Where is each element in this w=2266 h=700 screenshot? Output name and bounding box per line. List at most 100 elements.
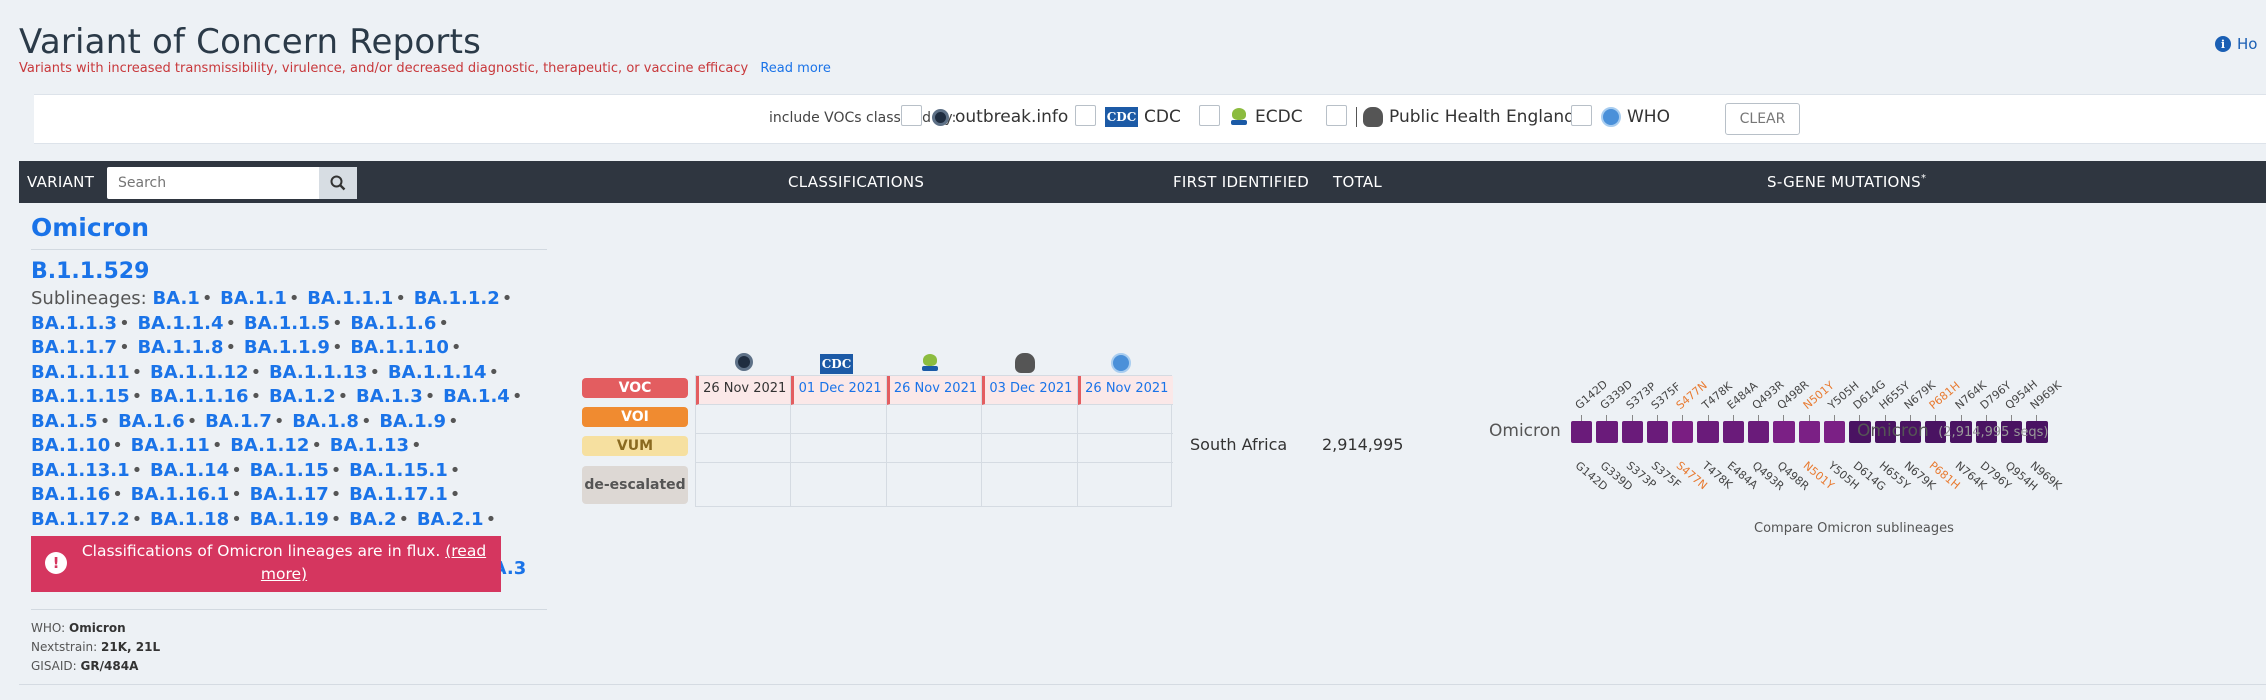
sublineage-link[interactable]: BA.1.1.14: [388, 362, 487, 383]
sublineage-link[interactable]: BA.1.1: [220, 288, 287, 309]
search-button[interactable]: [319, 167, 357, 199]
clear-button[interactable]: CLEAR: [1725, 103, 1800, 135]
classifier-cdc: CDC: [820, 353, 853, 374]
mutation-box[interactable]: [1571, 421, 1593, 443]
sublineage-link[interactable]: BA.1.6: [118, 411, 185, 432]
sublineage-link[interactable]: BA.1.16.1: [131, 484, 230, 505]
sublineage-link[interactable]: BA.1.1.1: [307, 288, 393, 309]
cdc-logo-icon: CDC: [820, 354, 853, 374]
sublineage-link[interactable]: BA.1.3: [356, 386, 423, 407]
sublineage-link[interactable]: BA.1.1.11: [31, 362, 130, 383]
mutation-box[interactable]: [1672, 421, 1694, 443]
page-subtitle: Variants with increased transmissibility…: [19, 61, 831, 76]
table-header: VARIANT CLASSIFICATIONS FIRST IDENTIFIED…: [19, 161, 2266, 203]
separator-dot: •: [250, 361, 262, 383]
sublineage-link[interactable]: BA.1.1.3: [31, 313, 117, 334]
alias-label: WHO:: [31, 621, 66, 635]
subtitle-text: Variants with increased transmissibility…: [19, 61, 749, 76]
sublineage-link[interactable]: BA.1.1.10: [350, 337, 449, 358]
source-label: CDC: [1144, 107, 1181, 127]
separator-dot: •: [131, 361, 143, 383]
mutation-box[interactable]: [1748, 421, 1770, 443]
sublineage-link[interactable]: BA.1.1.9: [244, 337, 330, 358]
filter-bar: include VOCs classified by: outbreak.inf…: [34, 94, 2266, 144]
header-classifications[interactable]: CLASSIFICATIONS: [788, 173, 924, 191]
sublineage-link[interactable]: BA.1.17.1: [349, 484, 448, 505]
sublineage-link[interactable]: BA.1.10: [31, 435, 110, 456]
sublineage-link[interactable]: BA.1.4: [443, 386, 510, 407]
sublineage-link[interactable]: BA.1: [152, 288, 199, 309]
sublineage-link[interactable]: BA.1.1.8: [137, 337, 223, 358]
sublineage-link[interactable]: BA.1.5: [31, 411, 98, 432]
variant-name-link[interactable]: Omicron: [31, 213, 149, 242]
sublineage-link[interactable]: BA.1.1.12: [150, 362, 249, 383]
sublineage-link[interactable]: BA.1.1.15: [31, 386, 130, 407]
empty-cell: [982, 463, 1078, 506]
source-outbreak-info: outbreak.info: [932, 107, 1068, 127]
source-label: WHO: [1627, 107, 1670, 127]
mutation-box[interactable]: [1646, 421, 1669, 443]
compare-sublineages-link[interactable]: Compare Omicron sublineages: [1754, 521, 1954, 536]
sublineage-link[interactable]: BA.1.1.16: [150, 386, 249, 407]
sublineage-link[interactable]: BA.1.8: [292, 411, 359, 432]
ecdc-logo-icon: [1229, 107, 1249, 127]
mutation-box[interactable]: [1697, 421, 1719, 443]
checkbox-who[interactable]: [1571, 105, 1592, 126]
checkbox-cdc[interactable]: [1075, 105, 1096, 126]
table-row: Omicron B.1.1.529 Sublineages: BA.1 • BA.…: [19, 203, 2266, 685]
who-logo-icon: [1601, 107, 1621, 127]
sublineage-link[interactable]: BA.1.15: [250, 460, 329, 481]
sublineage-link[interactable]: BA.1.18: [150, 509, 229, 530]
separator-dot: •: [331, 337, 343, 358]
sublineage-link[interactable]: BA.1.11: [131, 435, 210, 456]
separator-dot: •: [438, 312, 450, 334]
mutation-box[interactable]: [1773, 421, 1795, 443]
first-identified-value: South Africa: [1190, 435, 1288, 454]
sublineage-link[interactable]: BA.1.2: [269, 386, 336, 407]
header-total[interactable]: TOTAL: [1333, 173, 1382, 191]
separator-dot: •: [330, 508, 342, 530]
sublineage-link[interactable]: BA.1.17: [250, 484, 329, 505]
sublineage-link[interactable]: BA.1.1.5: [244, 313, 330, 334]
checkbox-outbreak-info[interactable]: [901, 105, 922, 126]
mutation-box[interactable]: [1596, 421, 1618, 443]
separator-dot: •: [119, 337, 130, 358]
sublineage-link[interactable]: BA.1.19: [250, 509, 329, 530]
sublineage-link[interactable]: BA.1.15.1: [349, 460, 448, 481]
sublineage-link[interactable]: BA.1.1.6: [350, 313, 436, 334]
sublineage-link[interactable]: BA.2.1: [417, 509, 484, 530]
separator-dot: •: [488, 361, 500, 383]
sublineage-link[interactable]: BA.1.17.2: [31, 509, 130, 530]
sublineage-link[interactable]: BA.1.1.4: [137, 313, 223, 334]
classifier-outbreak-info: [735, 353, 753, 375]
separator-dot: •: [186, 410, 198, 432]
lineage-link[interactable]: B.1.1.529: [31, 259, 149, 284]
sublineage-link[interactable]: BA.1.1.13: [269, 362, 368, 383]
mutation-map-label-left: Omicron: [1489, 421, 1561, 441]
how-to-link[interactable]: i Ho: [2215, 35, 2257, 53]
mutation-box[interactable]: [1722, 421, 1745, 443]
checkbox-ecdc[interactable]: [1199, 105, 1220, 126]
mutation-box[interactable]: [1823, 421, 1846, 443]
sublineage-link[interactable]: BA.2: [349, 509, 396, 530]
sublineage-link[interactable]: BA.1.14: [150, 460, 229, 481]
search-input[interactable]: [107, 167, 319, 199]
read-more-link[interactable]: Read more: [760, 61, 830, 76]
sublineage-link[interactable]: BA.1.7: [205, 411, 272, 432]
sublineage-link[interactable]: BA.1.13.1: [31, 460, 130, 481]
sublineage-link[interactable]: BA.1.12: [230, 435, 309, 456]
alias-gisaid: GISAID: GR/484A: [31, 659, 138, 673]
sublineage-link[interactable]: BA.1.1.7: [31, 337, 117, 358]
header-mutations[interactable]: S-GENE MUTATIONS*: [1767, 173, 1926, 191]
sublineage-link[interactable]: BA.1.13: [330, 435, 409, 456]
mutation-box[interactable]: [1621, 421, 1643, 443]
header-first-identified[interactable]: FIRST IDENTIFIED: [1173, 173, 1309, 191]
mutation-map-label-right: Omicron (2,914,995 seqs): [1857, 421, 2048, 441]
classification-date-phe: 03 Dec 2021: [982, 376, 1078, 405]
header-variant[interactable]: VARIANT: [27, 173, 94, 191]
sublineage-link[interactable]: BA.1.16: [31, 484, 110, 505]
checkbox-public-health-england[interactable]: [1326, 105, 1347, 126]
sublineage-link[interactable]: BA.1.1.2: [414, 288, 500, 309]
sublineage-link[interactable]: BA.1.9: [379, 411, 446, 432]
mutation-box[interactable]: [1798, 421, 1820, 443]
